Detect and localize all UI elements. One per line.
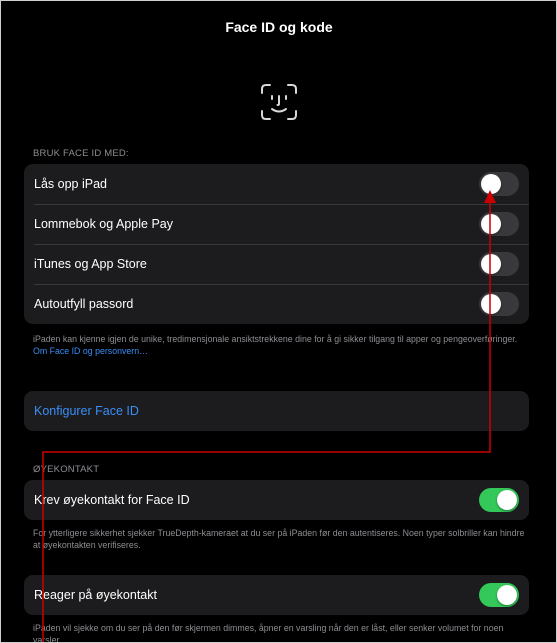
row-unlock-ipad[interactable]: Lås opp iPad — [24, 164, 529, 204]
row-label: iTunes og App Store — [34, 257, 147, 271]
section-header-eye-contact: ØYEKONTAKT — [33, 464, 100, 475]
itunes-app-store-toggle[interactable] — [479, 252, 519, 276]
react-attention-group: Reager på øyekontakt — [24, 575, 529, 615]
require-attention-toggle[interactable] — [479, 488, 519, 512]
settings-screen: Face ID og kode BRUK FACE ID MED: Lås op… — [21, 12, 537, 643]
faceid-footer-text: iPaden kan kjenne igjen de unike, tredim… — [33, 334, 518, 344]
row-wallet-apple-pay[interactable]: Lommebok og Apple Pay — [24, 204, 529, 244]
toggle-knob — [481, 254, 501, 274]
row-require-attention[interactable]: Krev øyekontakt for Face ID — [24, 480, 529, 520]
configure-group: Konfigurer Face ID — [24, 391, 529, 431]
row-itunes-app-store[interactable]: iTunes og App Store — [24, 244, 529, 284]
row-react-attention[interactable]: Reager på øyekontakt — [24, 575, 529, 615]
faceid-usage-group: Lås opp iPad Lommebok og Apple Pay iTune… — [24, 164, 529, 324]
autofill-passwords-toggle[interactable] — [479, 292, 519, 316]
configure-faceid-button[interactable]: Konfigurer Face ID — [24, 391, 529, 431]
toggle-knob — [497, 585, 517, 605]
unlock-ipad-toggle[interactable] — [479, 172, 519, 196]
row-autofill-passwords[interactable]: Autoutfyll passord — [24, 284, 529, 324]
row-label: Autoutfyll passord — [34, 297, 134, 311]
eye-contact-group: Krev øyekontakt for Face ID — [24, 480, 529, 520]
page-title: Face ID og kode — [225, 19, 333, 35]
privacy-link[interactable]: Om Face ID og personvern… — [33, 346, 148, 356]
faceid-footer: iPaden kan kjenne igjen de unike, tredim… — [33, 334, 528, 357]
toggle-knob — [481, 174, 501, 194]
row-label: Reager på øyekontakt — [34, 588, 157, 602]
row-label: Lås opp iPad — [34, 177, 107, 191]
react-attention-toggle[interactable] — [479, 583, 519, 607]
configure-faceid-label: Konfigurer Face ID — [34, 404, 139, 418]
toggle-knob — [481, 214, 501, 234]
toggle-knob — [481, 294, 501, 314]
require-attention-footer: For ytterligere sikkerhet sjekker TrueDe… — [33, 528, 525, 550]
react-attention-footer: iPaden vil sjekke om du ser på den før s… — [33, 623, 504, 643]
toggle-knob — [497, 490, 517, 510]
section-header-faceid: BRUK FACE ID MED: — [33, 148, 129, 159]
row-label: Lommebok og Apple Pay — [34, 217, 173, 231]
row-label: Krev øyekontakt for Face ID — [34, 493, 190, 507]
wallet-apple-pay-toggle[interactable] — [479, 212, 519, 236]
faceid-icon — [261, 84, 297, 120]
